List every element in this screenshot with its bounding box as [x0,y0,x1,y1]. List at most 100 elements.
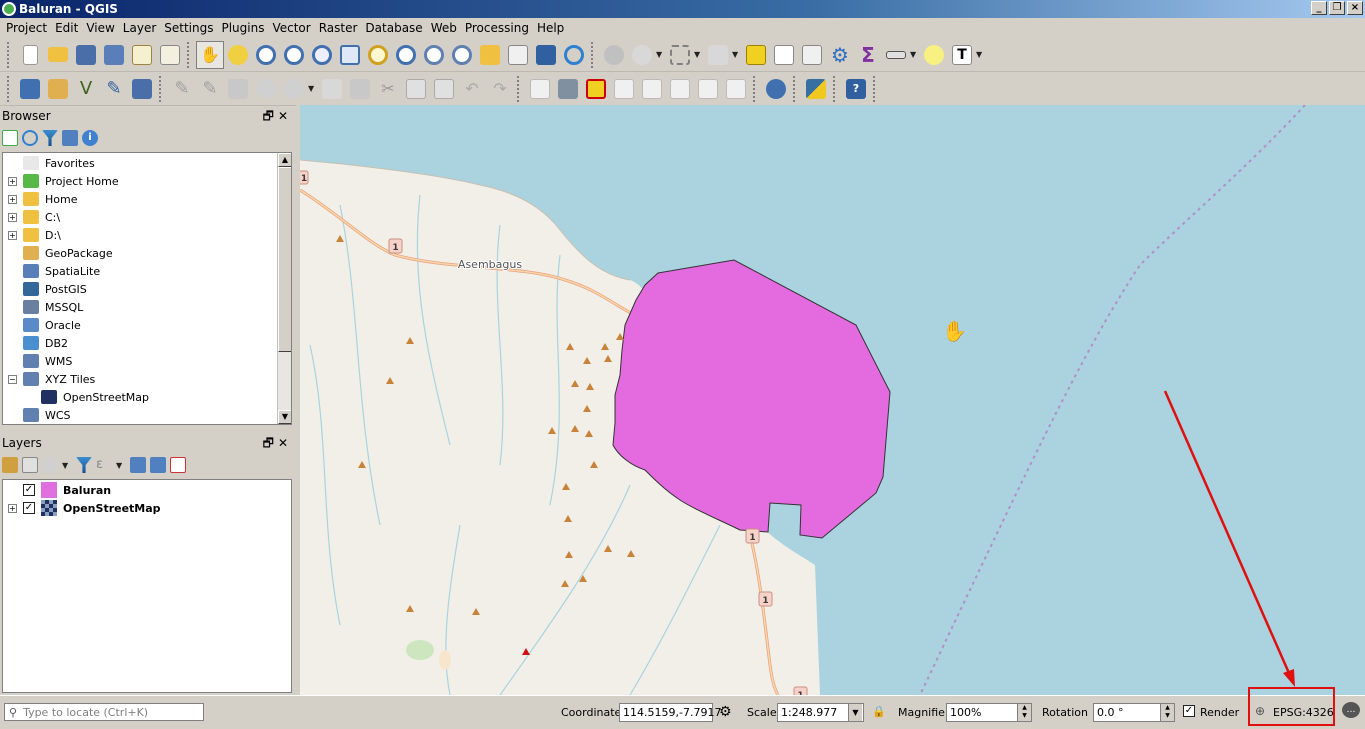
restore-button[interactable]: ❐ [1329,1,1345,15]
render-checkbox[interactable]: ✓ [1183,705,1195,717]
toolbox-button[interactable]: ⚙ [826,41,854,69]
edit-button[interactable]: ✎ [100,75,128,103]
info-icon[interactable]: i [82,130,98,146]
move-label-button[interactable] [610,75,638,103]
toggle-extents-icon[interactable]: ⚙ [719,704,732,720]
browser-item[interactable]: SpatiaLite [8,262,100,280]
filter-expression-icon[interactable]: ε [96,457,112,473]
close-icon[interactable]: ✕ [278,109,292,123]
browser-item[interactable]: WMS [8,352,72,370]
cut-features-button[interactable]: ✂ [374,75,402,103]
identify-button[interactable] [600,41,628,69]
show-bookmarks-button[interactable] [532,41,560,69]
plugin-button[interactable] [128,75,156,103]
redo-button[interactable]: ↷ [486,75,514,103]
new-map-view-button[interactable] [476,41,504,69]
collapse-all-icon[interactable] [150,457,166,473]
run-action-button[interactable] [628,41,656,69]
expand-icon[interactable]: + [8,176,17,186]
minimize-button[interactable]: _ [1311,1,1327,15]
pan-map-button[interactable]: ✋ [196,40,224,69]
menu-web[interactable]: Web [427,21,461,35]
chevron-down-icon[interactable]: ▼ [848,704,862,721]
text-annotation-button[interactable]: T [948,41,976,69]
layer-item[interactable]: ✓ Baluran [8,481,111,499]
browser-item[interactable]: + C:\ [8,208,60,226]
help-button[interactable]: ? [842,75,870,103]
toolbar-grip[interactable] [873,75,879,102]
coordinate-field[interactable]: 114.5159,-7.7917 [619,703,721,722]
python-console-button[interactable] [802,75,830,103]
float-panel-icon[interactable]: 🗗 [263,436,278,450]
browser-item[interactable]: + D:\ [8,226,61,244]
toolbar-grip[interactable] [517,75,523,102]
menu-database[interactable]: Database [361,21,426,35]
expand-icon[interactable]: + [8,230,17,240]
zoom-full-button[interactable] [336,41,364,69]
toolbar-grip[interactable] [833,75,839,102]
browser-item[interactable]: + Project Home [8,172,119,190]
new-bookmark-button[interactable] [504,41,532,69]
show-hide-labels-button[interactable] [638,75,666,103]
measure-button[interactable] [882,41,910,69]
layout-manager-button[interactable] [156,41,184,69]
chevron-down-icon[interactable]: ▼ [62,461,72,470]
chevron-down-icon[interactable]: ▼ [694,50,704,59]
rotation-spinner[interactable]: ▲ ▼ [1160,704,1174,721]
menu-view[interactable]: View [82,21,118,35]
zoom-layer-button[interactable] [392,41,420,69]
chevron-down-icon[interactable]: ▼ [116,461,126,470]
copy-features-button[interactable] [402,75,430,103]
toggle-editing-button[interactable]: ✎ [196,75,224,103]
add-point-button[interactable] [252,75,280,103]
eye-icon[interactable] [42,457,58,473]
browser-item[interactable]: GeoPackage [8,244,113,262]
new-geopackage-button[interactable] [44,75,72,103]
zoom-next-button[interactable] [448,41,476,69]
remove-layer-icon[interactable] [170,457,186,473]
select-features-button[interactable] [666,41,694,69]
style-manager-icon[interactable] [2,457,18,473]
close-button[interactable]: × [1347,1,1363,15]
expand-icon[interactable]: + [8,503,17,513]
browser-item[interactable]: WCS [8,406,71,424]
browser-item[interactable]: Favorites [8,154,95,172]
chevron-down-icon[interactable]: ▼ [656,50,666,59]
deselect-button[interactable] [742,41,770,69]
save-project-button[interactable] [72,41,100,69]
refresh-icon[interactable] [22,130,38,146]
layer-item[interactable]: + ✓ OpenStreetMap [8,499,161,517]
menu-settings[interactable]: Settings [160,21,217,35]
digitize-button[interactable]: V [72,75,100,103]
map-tips-button[interactable] [920,41,948,69]
undo-button[interactable]: ↶ [458,75,486,103]
collapse-all-icon[interactable] [62,130,78,146]
pin-labels-button[interactable] [554,75,582,103]
browser-item[interactable]: DB2 [8,334,68,352]
toolbar-grip[interactable] [187,41,193,68]
filter-icon[interactable] [42,130,58,146]
collapse-icon[interactable]: − [8,374,17,384]
browser-item[interactable]: PostGIS [8,280,87,298]
save-edits-button[interactable] [224,75,252,103]
menu-plugins[interactable]: Plugins [217,21,268,35]
toolbar-grip[interactable] [159,75,165,102]
refresh-button[interactable] [560,41,588,69]
locator-search-input[interactable]: ⚲ Type to locate (Ctrl+K) [4,703,204,721]
zoom-native-button[interactable] [308,41,336,69]
attribute-table-button[interactable] [770,41,798,69]
paste-features-button[interactable] [430,75,458,103]
chevron-down-icon[interactable]: ▼ [732,50,742,59]
new-print-layout-button[interactable] [128,41,156,69]
toolbar-grip[interactable] [591,41,597,68]
filter-icon[interactable] [76,457,92,473]
browser-item[interactable]: Oracle [8,316,81,334]
menu-processing[interactable]: Processing [461,21,533,35]
chevron-down-icon[interactable]: ▼ [976,50,986,59]
toolbar-grip[interactable] [753,75,759,102]
select-by-value-button[interactable] [704,41,732,69]
zoom-in-button[interactable] [252,41,280,69]
magnifier-field[interactable]: 100% ▲ ▼ [946,703,1032,722]
scroll-down-icon[interactable]: ▼ [278,410,291,424]
scroll-up-icon[interactable]: ▲ [278,153,291,167]
